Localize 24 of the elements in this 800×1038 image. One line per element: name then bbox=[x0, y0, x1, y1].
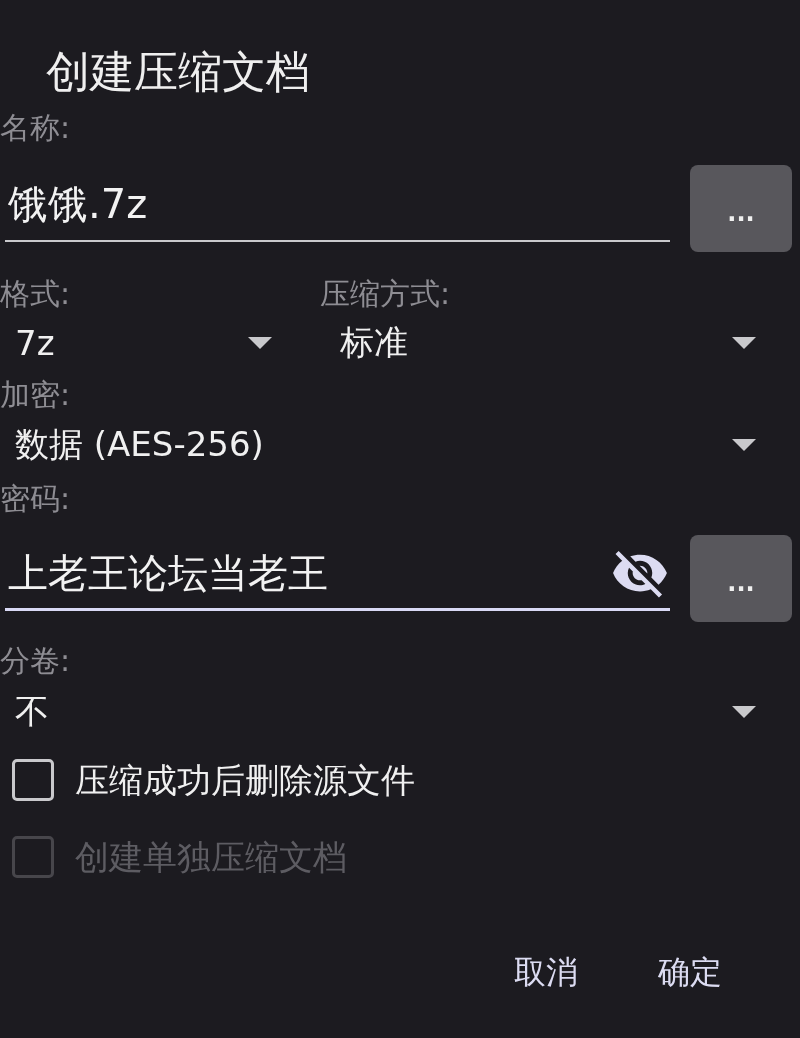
field-label: 分卷: bbox=[0, 643, 71, 679]
field-label: 加密: bbox=[0, 377, 71, 413]
text-field[interactable]: 饿饿.7z bbox=[5, 165, 670, 242]
checkbox-label: 创建单独压缩文档 bbox=[75, 837, 347, 877]
browse-button[interactable]: ... bbox=[690, 535, 792, 622]
field-label: 压缩方式: bbox=[320, 276, 451, 312]
dropdown[interactable]: 标准 bbox=[320, 321, 766, 365]
dialog-title: 创建压缩文档 bbox=[46, 46, 310, 98]
password-field[interactable]: 上老王论坛当老王 bbox=[5, 535, 670, 611]
dropdown[interactable]: 不 bbox=[0, 690, 766, 734]
field-label: 格式: bbox=[0, 276, 71, 312]
checkbox-label: 压缩成功后删除源文件 bbox=[75, 760, 415, 800]
browse-button[interactable]: ... bbox=[690, 165, 792, 252]
caret-down-icon bbox=[732, 337, 756, 349]
caret-down-icon bbox=[248, 337, 272, 349]
dropdown[interactable]: 数据 (AES-256) bbox=[0, 423, 766, 467]
eye-off-icon[interactable] bbox=[613, 549, 667, 598]
caret-down-icon bbox=[732, 439, 756, 451]
field-label: 名称: bbox=[0, 110, 71, 146]
field-label: 密码: bbox=[0, 481, 71, 517]
dialog-button[interactable]: 确定 bbox=[646, 944, 734, 1000]
dialog-button[interactable]: 取消 bbox=[502, 944, 590, 1000]
dropdown[interactable]: 7z bbox=[0, 321, 282, 365]
caret-down-icon bbox=[732, 706, 756, 718]
